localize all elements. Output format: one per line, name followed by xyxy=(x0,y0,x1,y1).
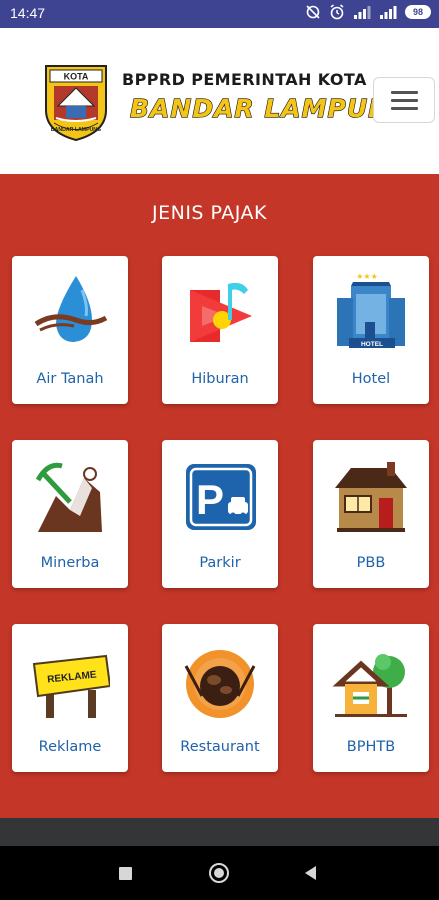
tile-label: Parkir xyxy=(199,555,241,571)
tile-minerba[interactable]: Minerba xyxy=(12,440,128,588)
status-bar: 14:47 98 xyxy=(0,0,439,28)
status-time: 14:47 xyxy=(10,5,46,21)
tile-label: PBB xyxy=(356,555,386,571)
city-emblem-logo: KOTA BANDAR LAMPUNG xyxy=(45,65,107,142)
tile-label: Reklame xyxy=(38,739,102,755)
tile-label: Restaurant xyxy=(180,739,260,755)
sync-off-icon xyxy=(306,5,320,19)
water-drop-icon xyxy=(34,276,108,342)
tile-pbb[interactable]: PBB xyxy=(313,440,429,588)
recent-apps-icon[interactable] xyxy=(119,867,132,880)
parking-icon: P xyxy=(186,464,256,530)
land-building-icon xyxy=(332,654,407,717)
entertainment-play-icon xyxy=(190,282,252,342)
svg-text:HOTEL: HOTEL xyxy=(361,341,383,348)
tile-reklame[interactable]: REKLAME Reklame xyxy=(12,624,128,772)
mining-icon xyxy=(35,462,102,532)
tile-label: Hotel xyxy=(351,371,391,387)
tile-bphtb[interactable]: BPHTB xyxy=(313,624,429,772)
tile-hiburan[interactable]: Hiburan xyxy=(162,256,278,404)
footer-bar xyxy=(0,818,439,846)
tile-restaurant[interactable]: Restaurant xyxy=(162,624,278,772)
tile-hotel[interactable]: ★★★ HOTEL Hotel xyxy=(313,256,429,404)
back-icon[interactable] xyxy=(305,866,316,880)
tile-parkir[interactable]: P Parkir xyxy=(162,440,278,588)
svg-text:★★★: ★★★ xyxy=(356,272,378,281)
brand-title-line2: BANDAR LAMPUNG xyxy=(129,93,412,123)
signal-icon xyxy=(380,6,397,19)
home-icon[interactable] xyxy=(209,863,229,883)
signal-icon xyxy=(354,6,371,19)
restaurant-icon xyxy=(184,650,256,718)
svg-text:KOTA: KOTA xyxy=(64,72,89,82)
brand-title-line1: BPPRD PEMERINTAH KOTA xyxy=(122,70,367,89)
battery-icon: 98 xyxy=(405,5,431,19)
tile-label: BPHTB xyxy=(346,739,396,755)
section-title: JENIS PAJAK xyxy=(152,202,267,224)
tax-types-section: JENIS PAJAK Air Tanah Hiburan ★★★ HOTEL … xyxy=(0,174,439,818)
app-header: KOTA BANDAR LAMPUNG BPPRD PEMERINTAH KOT… xyxy=(0,28,439,174)
tile-label: Air Tanah xyxy=(36,371,104,387)
svg-text:P: P xyxy=(196,476,224,523)
hamburger-menu-button[interactable] xyxy=(373,77,435,123)
alarm-icon xyxy=(330,4,344,20)
billboard-icon: REKLAME xyxy=(32,654,110,718)
tile-label: Hiburan xyxy=(191,371,249,387)
house-icon xyxy=(335,462,407,532)
svg-text:BANDAR LAMPUNG: BANDAR LAMPUNG xyxy=(51,127,101,133)
hotel-building-icon: ★★★ HOTEL xyxy=(337,272,405,348)
tile-air-tanah[interactable]: Air Tanah xyxy=(12,256,128,404)
tile-label: Minerba xyxy=(40,555,100,571)
status-icons: 98 xyxy=(305,4,431,20)
